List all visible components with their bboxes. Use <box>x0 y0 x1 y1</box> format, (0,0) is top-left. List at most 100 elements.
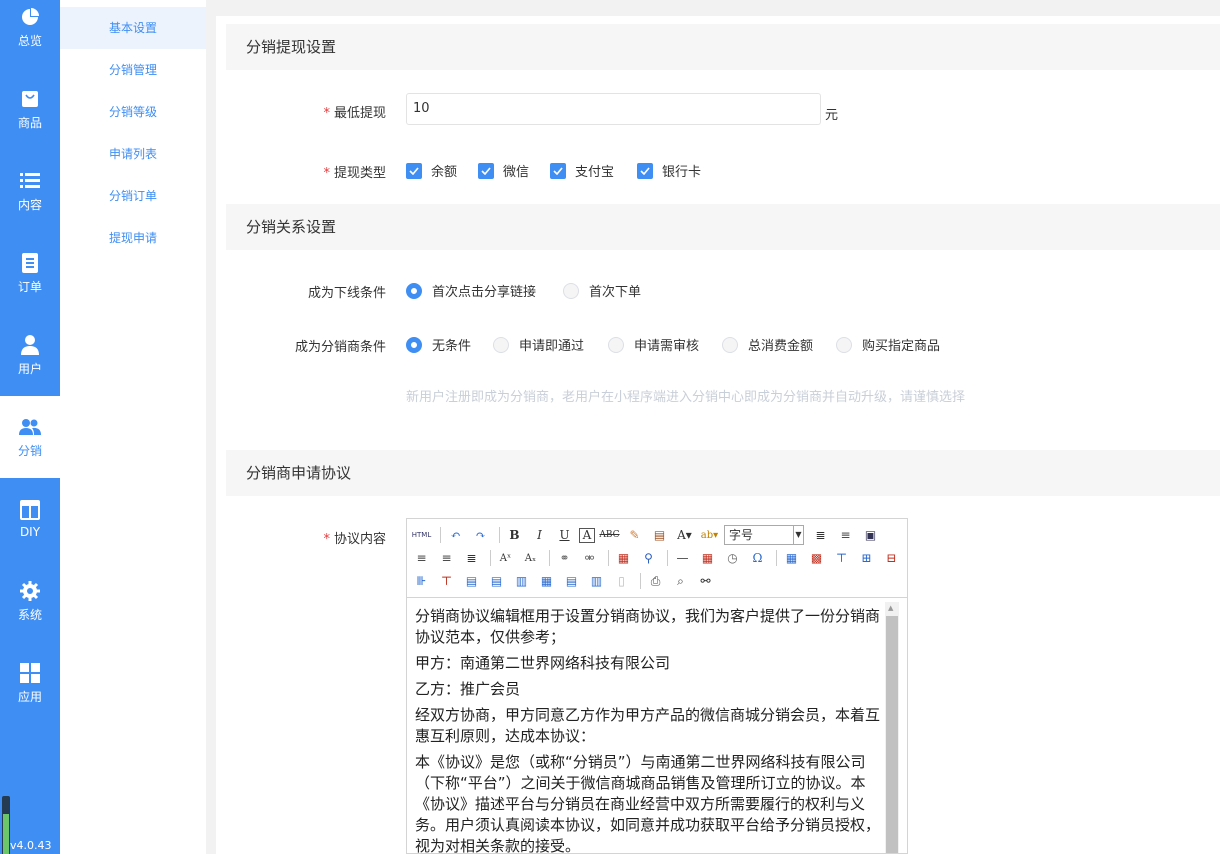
layout-icon <box>19 499 41 521</box>
subnav-item-basic-settings[interactable]: 基本设置 <box>60 7 206 49</box>
image-icon[interactable]: ▦ <box>613 548 634 568</box>
merge-right-icon[interactable]: ▤ <box>486 571 507 591</box>
undo-icon[interactable]: ↶ <box>445 525 466 545</box>
radio-first-order[interactable]: 首次下单 <box>563 281 641 300</box>
preview-icon[interactable]: ⌕ <box>670 571 691 591</box>
font-border-icon[interactable]: A <box>579 527 595 543</box>
checkmark-icon <box>406 162 422 179</box>
version-label: v4.0.43 <box>10 839 52 852</box>
paste-text-icon[interactable]: ▤ <box>649 525 670 545</box>
subnav-item-distribution-management[interactable]: 分销管理 <box>60 49 206 91</box>
bold-icon[interactable]: B <box>504 525 525 545</box>
date-icon[interactable]: ▦ <box>697 548 718 568</box>
table-icon[interactable]: ▦ <box>781 548 802 568</box>
attachment-icon[interactable]: ⚲ <box>638 548 659 568</box>
radio-dot <box>493 336 509 353</box>
blank-page-icon[interactable]: ▯ <box>611 571 632 591</box>
insert-column-icon[interactable]: ⊪ <box>411 571 432 591</box>
highlight-color-icon[interactable]: ab▾ <box>699 525 720 545</box>
agreement-paragraph: 甲方：南通第二世界网络科技有限公司 <box>415 654 671 672</box>
nav-item-system[interactable]: 系统 <box>0 560 60 642</box>
nav-item-content[interactable]: 内容 <box>0 150 60 232</box>
fullscreen-icon[interactable]: ▣ <box>860 525 881 545</box>
horizontal-rule-icon[interactable]: — <box>672 548 693 568</box>
subnav-item-application-list[interactable]: 申请列表 <box>60 133 206 175</box>
html-source-icon[interactable]: HTML <box>411 525 432 545</box>
editor-scrollbar[interactable]: ▲ <box>885 602 899 853</box>
insert-paragraph-icon[interactable]: ⊤ <box>831 548 852 568</box>
nav-item-products[interactable]: 商品 <box>0 68 60 150</box>
agreement-paragraph: 本《协议》是您（或称“分销员”）与南通第二世界网络科技有限公司（下称“平台”）之… <box>415 753 881 853</box>
checkbox-balance[interactable]: 余额 <box>406 161 457 180</box>
radio-buy-specific-product[interactable]: 购买指定商品 <box>836 335 940 354</box>
delete-table-icon[interactable]: ▩ <box>806 548 827 568</box>
editor-content-area[interactable]: 分销商协议编辑框用于设置分销商协议，我们为客户提供了一份分销商协议范本，仅供参考… <box>407 598 907 853</box>
superscript-icon[interactable]: Aˣ <box>495 548 516 568</box>
nav-item-users[interactable]: 用户 <box>0 314 60 396</box>
checkbox-alipay[interactable]: 支付宝 <box>550 161 614 180</box>
align-center-icon[interactable]: ≡ <box>411 548 432 568</box>
subnav-item-withdrawal-requests[interactable]: 提现申请 <box>60 217 206 259</box>
indent-icon[interactable]: ≣ <box>810 525 831 545</box>
nav-item-distribution[interactable]: 分销 <box>0 396 60 478</box>
split-cells-icon[interactable]: ▦ <box>536 571 557 591</box>
toolbar-separator <box>549 550 550 566</box>
radio-apply-need-review[interactable]: 申请需审核 <box>608 335 699 354</box>
merge-cells-icon[interactable]: ▤ <box>461 571 482 591</box>
section-title-withdraw: 分销提现设置 <box>226 24 1220 70</box>
nav-label: 总览 <box>17 33 42 48</box>
nav-label: 商品 <box>17 115 42 130</box>
agreement-content-label: * 协议内容 <box>323 532 386 547</box>
agreement-paragraph: 经双方协商，甲方同意乙方作为甲方产品的微信商城分销会员，本着互惠互利原则，达成本… <box>415 706 881 745</box>
time-icon[interactable]: ◷ <box>722 548 743 568</box>
checkmark-icon <box>550 162 566 179</box>
radio-dot <box>406 336 422 353</box>
scrollbar-thumb[interactable] <box>886 616 898 853</box>
checkbox-wechat[interactable]: 微信 <box>478 161 529 180</box>
checkbox-bank-card[interactable]: 银行卡 <box>637 161 701 180</box>
link-icon[interactable]: ⚭ <box>554 548 575 568</box>
toolbar-separator <box>640 573 641 589</box>
split-rows-icon[interactable]: ▤ <box>561 571 582 591</box>
section-title-agreement: 分销商申请协议 <box>226 450 1220 496</box>
subscript-icon[interactable]: Aₓ <box>520 548 541 568</box>
print-icon[interactable]: ⎙ <box>645 571 666 591</box>
unlink-icon[interactable]: ⚮ <box>579 548 600 568</box>
section-title-relation: 分销关系设置 <box>226 204 1220 250</box>
chevron-down-icon: ▼ <box>793 526 803 544</box>
delete-column-icon[interactable]: ⊤ <box>436 571 457 591</box>
radio-apply-auto-pass[interactable]: 申请即通过 <box>493 335 584 354</box>
radio-total-spending[interactable]: 总消费金额 <box>722 335 813 354</box>
special-char-icon[interactable]: Ω <box>747 548 768 568</box>
search-replace-icon[interactable]: ⚯ <box>695 571 716 591</box>
redo-icon[interactable]: ↷ <box>470 525 491 545</box>
nav-item-apps[interactable]: 应用 <box>0 642 60 724</box>
nav-label: 用户 <box>17 361 42 376</box>
nav-item-overview[interactable]: 总览 <box>0 0 60 68</box>
nav-item-orders[interactable]: 订单 <box>0 232 60 314</box>
distributor-condition-hint: 新用户注册即成为分销商，老用户在小程序端进入分销中心即成为分销商并自动升级，请谨… <box>406 390 966 405</box>
merge-down-icon[interactable]: ▥ <box>511 571 532 591</box>
eraser-icon[interactable]: ✎ <box>624 525 645 545</box>
nav-item-diy[interactable]: DIY <box>0 478 60 560</box>
align-left-icon[interactable]: ≡ <box>835 525 856 545</box>
subnav-item-distribution-orders[interactable]: 分销订单 <box>60 175 206 217</box>
radio-no-condition[interactable]: 无条件 <box>406 335 471 354</box>
align-justify-icon[interactable]: ≣ <box>461 548 482 568</box>
split-columns-icon[interactable]: ▥ <box>586 571 607 591</box>
underline-icon[interactable]: U <box>554 525 575 545</box>
font-color-icon[interactable]: A▾ <box>674 525 695 545</box>
font-size-select[interactable]: 字号 ▼ <box>724 525 804 545</box>
insert-row-icon[interactable]: ⊞ <box>856 548 877 568</box>
min-withdraw-input[interactable]: 10 <box>406 93 821 125</box>
align-right-icon[interactable]: ≡ <box>436 548 457 568</box>
italic-icon[interactable]: I <box>529 525 550 545</box>
strikethrough-icon[interactable]: ABC <box>599 525 620 545</box>
subnav-item-distribution-levels[interactable]: 分销等级 <box>60 91 206 133</box>
scroll-up-icon[interactable]: ▲ <box>888 604 893 612</box>
nav-label: 分销 <box>17 443 42 458</box>
agreement-paragraph: 分销商协议编辑框用于设置分销商协议，我们为客户提供了一份分销商协议范本，仅供参考… <box>415 607 881 646</box>
radio-first-click-share[interactable]: 首次点击分享链接 <box>406 281 536 300</box>
radio-dot <box>722 336 738 353</box>
delete-row-icon[interactable]: ⊟ <box>881 548 902 568</box>
